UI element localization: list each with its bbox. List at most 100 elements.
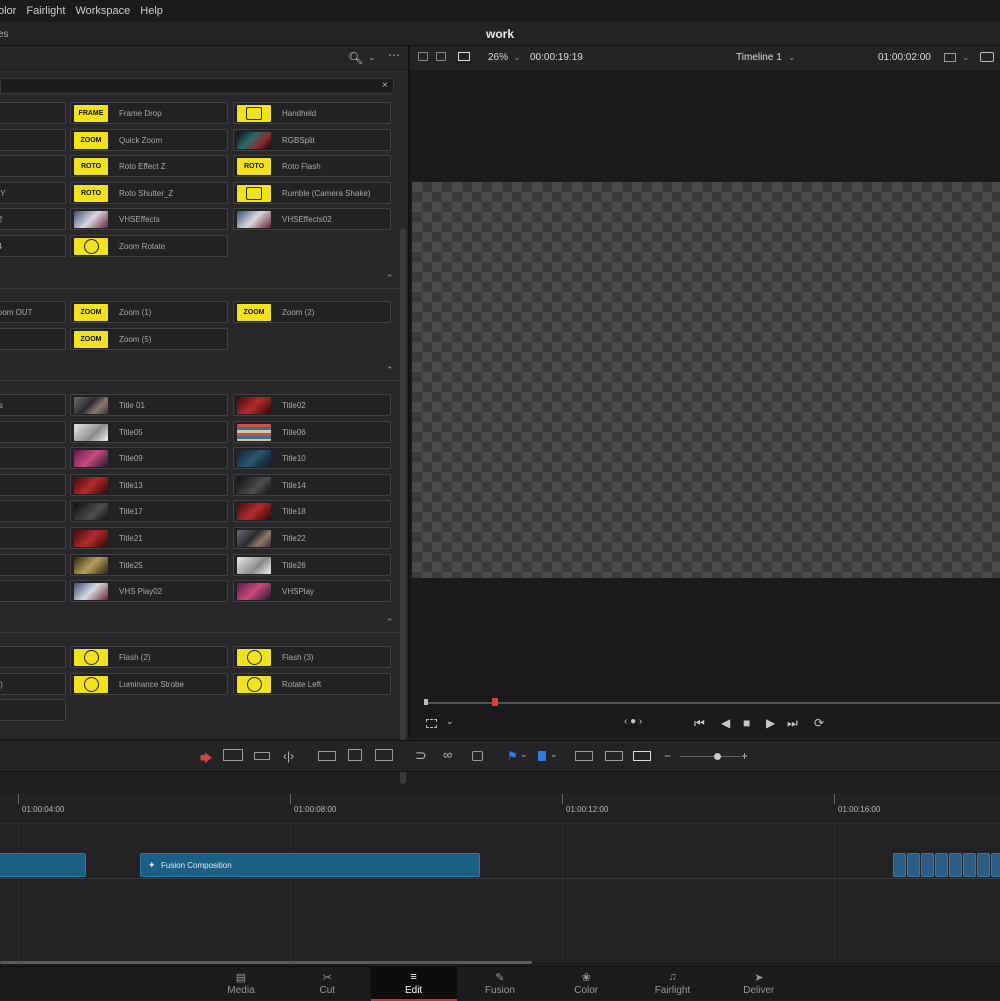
effect-item[interactable]: ZOOM Zoom (5) <box>70 327 228 350</box>
trim-tool-icon[interactable] <box>223 749 243 761</box>
replace-clip-icon[interactable] <box>375 749 393 761</box>
position-lock-icon[interactable] <box>472 751 483 761</box>
effect-item[interactable]: ZOOM Zoom (1) <box>70 301 228 323</box>
go-to-start-icon[interactable]: ⏮︎ <box>694 716 705 731</box>
effect-item[interactable]: Title22 <box>233 527 391 549</box>
timeline-clip-segment[interactable] <box>893 853 906 877</box>
effect-item[interactable]: ROTO Roto Effect Z <box>70 155 228 178</box>
effect-item[interactable]: Zoom Rotate <box>70 235 228 257</box>
go-to-end-icon[interactable]: ⏭︎ <box>787 716 798 731</box>
page-tab-fairlight[interactable]: ♫ Fairlight <box>630 967 716 1001</box>
effect-item[interactable]: Title09 <box>70 447 228 470</box>
timeline-clip-segment[interactable] <box>949 853 962 877</box>
insert-clip-icon[interactable] <box>318 751 336 761</box>
effect-item[interactable]: ZOOM Zoom (2) <box>233 301 391 323</box>
dynamic-trim-icon[interactable] <box>254 752 270 760</box>
zoom-detail-icon[interactable] <box>605 751 623 761</box>
effect-item[interactable]: Title14 <box>233 473 391 496</box>
page-tab-media[interactable]: ▤ Media <box>198 967 284 1001</box>
marker-chevron-icon[interactable]: ⌄ <box>550 749 558 760</box>
effect-item[interactable]: Title06 <box>233 420 391 443</box>
effect-item[interactable]: Zoom OUT <box>0 301 66 323</box>
effect-item[interactable]: ics <box>0 394 66 416</box>
zoom-chevron-icon[interactable]: ⌄ <box>513 52 521 63</box>
dual-viewer-icon[interactable] <box>436 52 446 61</box>
effect-item[interactable]: Title05 <box>70 420 228 443</box>
page-tab-deliver[interactable]: ➤ Deliver <box>716 967 802 1001</box>
timeline-clip-segment[interactable] <box>935 853 948 877</box>
collapse-section-icon[interactable]: ⌃ <box>386 365 394 376</box>
effect-item[interactable]: (2) <box>0 672 66 695</box>
timeline-scrollbar[interactable] <box>0 961 532 964</box>
search-icon[interactable]: 🔍︎ <box>348 51 363 65</box>
snapping-icon[interactable]: ⊃ <box>415 747 427 764</box>
effect-item[interactable]: Luminance Strobe <box>70 672 228 695</box>
effect-item[interactable] <box>0 553 66 576</box>
effect-item[interactable] <box>0 500 66 523</box>
marker-icon[interactable] <box>538 751 546 761</box>
crop-tool-icon[interactable] <box>426 719 437 728</box>
timeline-name[interactable]: Timeline 1 <box>736 52 782 63</box>
effect-item[interactable]: Rumble (Camera Shake) <box>233 181 391 204</box>
menu-item-help[interactable]: Help <box>140 5 163 17</box>
effect-item[interactable] <box>0 447 66 470</box>
loop-icon[interactable]: ⟳ <box>814 716 824 730</box>
menu-item-color[interactable]: olor <box>0 5 16 17</box>
search-input[interactable]: × <box>0 78 394 94</box>
menu-item-workspace[interactable]: Workspace <box>75 5 130 17</box>
chevron-down-icon[interactable]: ⌄ <box>368 52 376 63</box>
menu-item-fairlight[interactable]: Fairlight <box>26 5 65 17</box>
collapse-section-icon[interactable]: ⌃ <box>386 617 394 628</box>
effect-item[interactable]: Title18 <box>233 500 391 523</box>
flag-icon[interactable]: ⚑ <box>507 749 518 763</box>
effect-item[interactable] <box>0 580 66 603</box>
zoom-in-icon[interactable]: + <box>741 749 748 763</box>
effect-item[interactable]: Flash (3) <box>233 646 391 668</box>
effect-item[interactable]: Y <box>0 155 66 178</box>
jog-control-icon[interactable]: ‹ ● › <box>624 716 642 727</box>
effect-item[interactable]: Title02 <box>233 394 391 416</box>
zoom-level[interactable]: 26% <box>488 52 508 63</box>
single-viewer-icon[interactable] <box>418 52 428 61</box>
playhead-marker[interactable] <box>492 698 498 706</box>
stop-icon[interactable]: ■ <box>743 716 750 730</box>
timeline-clip[interactable] <box>0 853 86 877</box>
effect-item[interactable]: VHSEffects <box>70 208 228 231</box>
play-icon[interactable]: ▶︎ <box>766 716 775 730</box>
effect-item[interactable]: Title25 <box>70 553 228 576</box>
crop-chevron-icon[interactable]: ⌄ <box>446 716 454 727</box>
effect-item[interactable]: r_Y <box>0 181 66 204</box>
timeline-clip-segment[interactable] <box>907 853 920 877</box>
page-tab-fusion[interactable]: ✎ Fusion <box>457 967 543 1001</box>
effect-item[interactable]: Title 01 <box>70 394 228 416</box>
effect-item[interactable]: Handheld <box>233 102 391 124</box>
effect-item[interactable]: Title21 <box>70 527 228 549</box>
timeline-tracks[interactable]: ✦ Fusion Composition <box>0 824 1000 964</box>
zoom-out-icon[interactable]: − <box>664 749 671 763</box>
effect-item[interactable]: VHS Play02 <box>70 580 228 603</box>
effect-item[interactable]: VHSPlay <box>233 580 391 603</box>
effect-item[interactable]: ROTO Roto Shutter_Z <box>70 181 228 204</box>
effect-item[interactable]: Title26 <box>233 553 391 576</box>
clear-search-icon[interactable]: × <box>382 80 388 91</box>
effect-item[interactable]: Rotate Left <box>233 672 391 695</box>
effect-item[interactable] <box>0 102 66 124</box>
effect-item[interactable] <box>0 473 66 496</box>
timeline-clip-segment[interactable] <box>963 853 976 877</box>
viewer-scrubber[interactable] <box>424 698 1000 706</box>
effect-item[interactable]: ROTO Roto Flash <box>233 155 391 178</box>
page-tab-cut[interactable]: ✂ Cut <box>284 967 370 1001</box>
page-tab-edit[interactable]: ≡ Edit <box>370 967 457 1001</box>
timeline-chevron-icon[interactable]: ⌄ <box>788 52 796 63</box>
effect-item[interactable] <box>0 327 66 350</box>
effect-item[interactable]: Title17 <box>70 500 228 523</box>
effect-item[interactable] <box>0 128 66 151</box>
overwrite-clip-icon[interactable] <box>348 749 362 761</box>
viewer-layout-icon[interactable] <box>944 53 956 62</box>
effect-item[interactable]: Title10 <box>233 447 391 470</box>
play-reverse-icon[interactable]: ◀︎ <box>721 716 730 730</box>
zoom-custom-icon[interactable] <box>633 751 651 761</box>
timeline-clip-segment[interactable] <box>977 853 990 877</box>
effect-item[interactable]: Title13 <box>70 473 228 496</box>
effect-item[interactable] <box>0 420 66 443</box>
